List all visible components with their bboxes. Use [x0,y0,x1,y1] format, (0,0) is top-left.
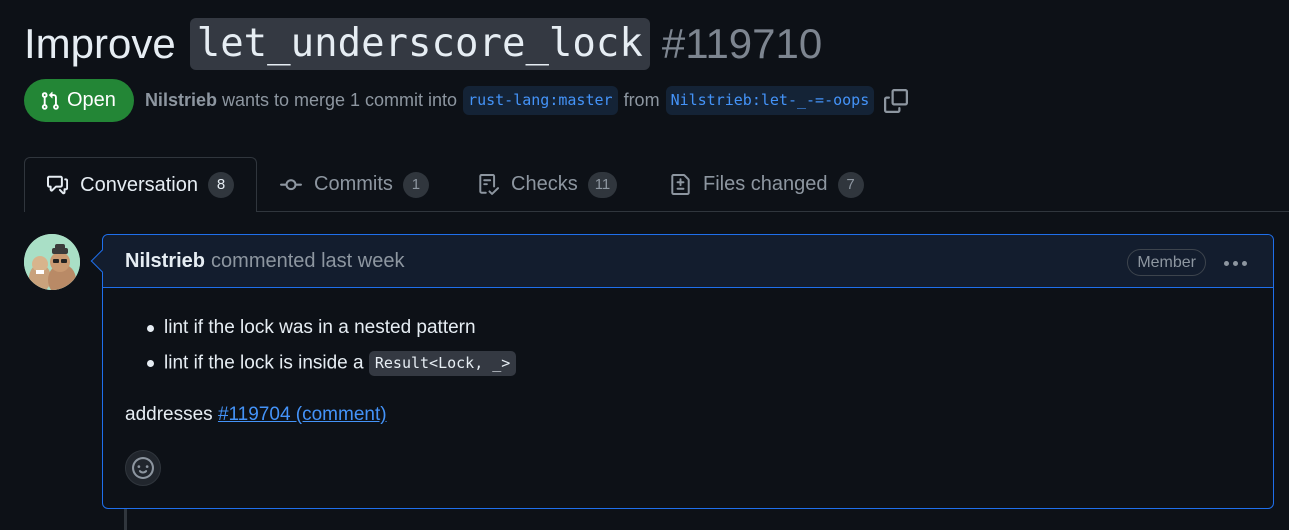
copy-icon[interactable] [884,88,909,113]
pr-tabs: Conversation 8 Commits 1 Checks 11 Files… [0,157,1289,212]
comment-bullet-list: lint if the lock was in a nested pattern… [125,316,1251,386]
smiley-icon[interactable] [125,450,161,486]
pr-title: Improve let_underscore_lock #119710 [24,18,822,70]
tab-counter: 1 [402,171,429,198]
avatar[interactable] [24,234,80,290]
git-pull-request-icon [41,91,59,110]
list-item-text: lint if the lock was in a nested pattern [164,317,476,338]
tab-counter: 7 [837,171,864,198]
list-item-text: lint if the lock is inside a [164,352,364,374]
tab-commits[interactable]: Commits 1 [280,157,429,212]
timeline-connector [124,508,127,530]
tab-label: Conversation [80,173,198,196]
pr-title-text: Improve [24,20,176,67]
base-branch[interactable]: rust-lang:master [463,86,618,115]
pr-meta: Open Nilstrieb wants to merge 1 commit i… [24,79,909,122]
pr-number: #119710 [661,20,823,67]
tab-label: Files changed [703,173,828,195]
from-text: from [623,90,660,110]
tab-counter: 8 [208,172,234,198]
checklist-icon [479,174,499,195]
inline-code: Result<Lock, _> [368,351,517,376]
merge-text: wants to merge 1 commit into [221,90,458,110]
comment-header: Nilstrieb commented last week Member [103,235,1273,288]
kebab-horizontal-icon[interactable] [1224,261,1247,266]
tab-files-changed[interactable]: Files changed 7 [670,157,864,212]
state-label: Open [67,89,116,111]
tab-label: Checks [511,173,578,195]
comment-discussion-icon [47,175,69,195]
pr-title-code: let_underscore_lock [189,18,650,70]
head-branch[interactable]: Nilstrieb:let-_-=-oops [665,86,875,115]
addresses-line: addresses #119704 (comment) [125,404,1251,426]
file-diff-icon [671,174,690,195]
state-badge: Open [24,79,134,122]
issue-link[interactable]: #119704 (comment) [218,404,387,425]
addresses-text: addresses [125,404,213,425]
tab-label: Commits [314,173,393,195]
member-badge: Member [1127,249,1206,276]
pr-author-link[interactable]: Nilstrieb [145,90,217,111]
list-item: lint if the lock is inside a Result<Lock… [125,351,1251,386]
tab-counter: 11 [587,171,618,198]
tab-conversation[interactable]: Conversation 8 [24,157,257,212]
comment-box: Nilstrieb commented last week Member lin… [102,234,1274,509]
comment-timestamp[interactable]: commented last week [211,250,404,273]
git-commit-icon [280,178,302,190]
comment-author-link[interactable]: Nilstrieb [125,250,205,273]
list-item: lint if the lock was in a nested pattern [125,316,1251,351]
tab-checks[interactable]: Checks 11 [478,157,618,212]
comment-body: lint if the lock was in a nested pattern… [103,316,1273,426]
